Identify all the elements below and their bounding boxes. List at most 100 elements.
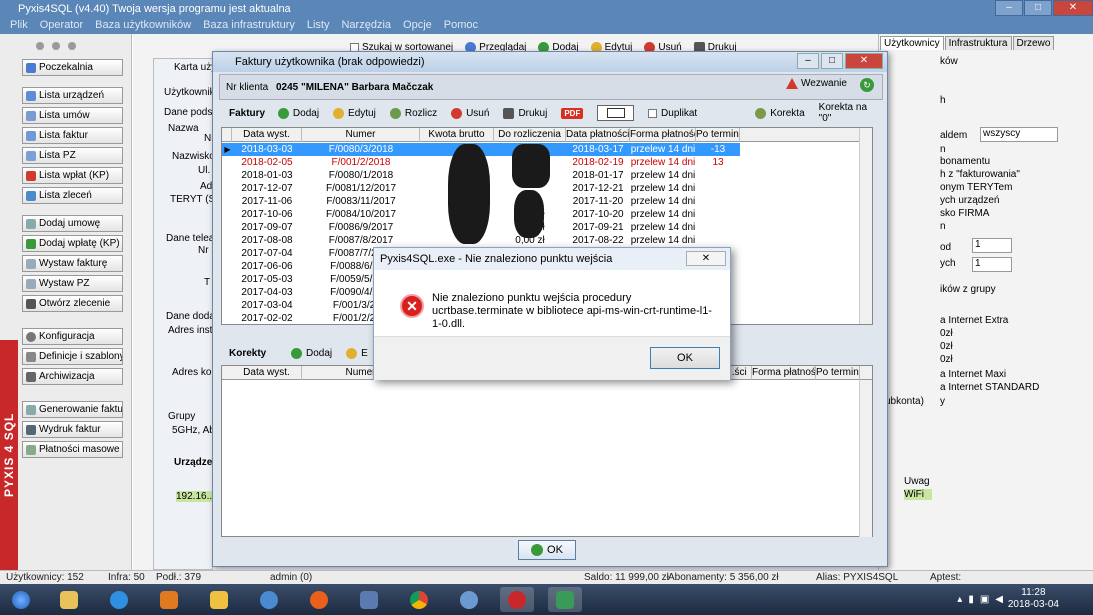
taskbar-phone[interactable] xyxy=(252,587,286,612)
nav-archiwizacja[interactable]: Archiwizacja xyxy=(22,368,123,385)
add-invoice-button[interactable]: Dodaj xyxy=(277,107,319,119)
minimize-button[interactable]: – xyxy=(995,0,1023,16)
network-tray-icon[interactable]: ▣ xyxy=(980,594,989,605)
nav-generowanie-faktur[interactable]: Generowanie faktur xyxy=(22,401,123,418)
nav-lista-faktur[interactable]: Lista faktur xyxy=(22,127,123,144)
close-button[interactable]: ✕ xyxy=(1053,0,1093,16)
nav-wystaw-pz[interactable]: Wystaw PZ xyxy=(22,275,123,292)
col-late[interactable]: Po terminie xyxy=(696,128,740,142)
invoices-close-button[interactable]: ✕ xyxy=(845,53,883,69)
envelope-icon xyxy=(606,108,625,118)
menu-operator[interactable]: Operator xyxy=(34,18,89,34)
delete-invoice-button[interactable]: Usuń xyxy=(451,107,489,119)
taskbar-mail[interactable] xyxy=(202,587,236,612)
start-button[interactable] xyxy=(4,587,38,612)
menu-bar: Plik Operator Baza użytkowników Baza inf… xyxy=(0,18,1093,34)
taskbar-firefox[interactable] xyxy=(302,587,336,612)
taskbar-chrome[interactable] xyxy=(402,587,436,612)
print-invoice-button[interactable]: Drukuj xyxy=(503,107,547,119)
menu-narzedzia[interactable]: Narzędzia xyxy=(335,18,397,34)
menu-baza-uzytkownikow[interactable]: Baza użytkowników xyxy=(89,18,197,34)
col-gross[interactable]: Kwota brutto xyxy=(420,128,494,142)
invoices-scrollbar[interactable] xyxy=(859,128,872,324)
add-correction-button[interactable]: Dodaj xyxy=(291,347,332,359)
dialog-ok-button[interactable]: OK xyxy=(650,347,720,369)
col-date[interactable]: Data wyst. xyxy=(232,128,302,142)
duplicate-checkbox[interactable]: Duplikat xyxy=(648,108,697,119)
taskbar-explorer[interactable] xyxy=(52,587,86,612)
nav-lista-pz[interactable]: Lista PZ xyxy=(22,147,123,164)
mass-payment-icon xyxy=(26,444,36,455)
col-paydate[interactable]: Data płatności xyxy=(566,128,630,142)
rp-text-25: WiFi xyxy=(904,489,932,500)
edit-invoice-button[interactable]: Edytuj xyxy=(333,107,376,119)
signal-icon[interactable]: ▮ xyxy=(968,594,974,605)
nav-definicje[interactable]: Definicje i szablony xyxy=(22,348,123,365)
email-button[interactable] xyxy=(597,105,635,121)
menu-listy[interactable]: Listy xyxy=(301,18,336,34)
tab-drzewo[interactable]: Drzewo xyxy=(1012,36,1055,50)
cell-paydate: 2018-03-17 xyxy=(572,144,624,155)
invoices-ok-button[interactable]: OK xyxy=(518,540,576,560)
kcol-date[interactable]: Data wyst. xyxy=(232,366,302,380)
cell-date: 2017-03-04 xyxy=(241,300,293,311)
correction-button[interactable]: Korekta xyxy=(755,107,805,119)
menu-plik[interactable]: Plik xyxy=(4,18,34,34)
nav-lista-wplat[interactable]: Lista wpłat (KP) xyxy=(22,167,123,184)
nav-otworz-zlecenie[interactable]: Otwórz zlecenie xyxy=(22,295,123,312)
nav-lista-umow[interactable]: Lista umów xyxy=(22,107,123,124)
pdf-button[interactable]: PDF xyxy=(561,107,584,119)
refresh-icon[interactable]: ↻ xyxy=(860,78,874,92)
dialog-close-button[interactable]: ✕ xyxy=(686,251,726,266)
cell-date: 2017-09-07 xyxy=(241,222,293,233)
nav-dodaj-umowe[interactable]: Dodaj umowę xyxy=(22,215,123,232)
correction-zero-button[interactable]: Korekta na "0" xyxy=(819,102,869,124)
delete-icon xyxy=(451,107,463,119)
col-form[interactable]: Forma płatności xyxy=(630,128,696,142)
user-tab[interactable]: Użytkownik xyxy=(164,87,215,98)
invoices-minimize-button[interactable]: – xyxy=(797,53,819,69)
label-t: T xyxy=(204,277,211,288)
nav-lista-urzadzen[interactable]: Lista urządzeń xyxy=(22,87,123,104)
rp-spin-1[interactable]: 1 xyxy=(972,238,1012,253)
volume-icon[interactable]: ◀ xyxy=(995,594,1003,605)
wezwanie-button[interactable]: Wezwanie xyxy=(786,78,847,89)
templates-icon xyxy=(26,351,36,362)
taskbar-network[interactable] xyxy=(352,587,386,612)
rp-spin-2[interactable]: 1 xyxy=(972,257,1012,272)
kcol-form[interactable]: Forma płatności xyxy=(752,366,816,380)
cell-date: 2018-03-03 xyxy=(241,144,293,155)
taskbar-media[interactable] xyxy=(152,587,186,612)
nav-dodaj-wplate[interactable]: Dodaj wpłatę (KP) xyxy=(22,235,123,252)
rp-text-1: h xyxy=(940,95,946,106)
col-due[interactable]: Do rozliczenia xyxy=(494,128,566,142)
windows-start-icon xyxy=(12,590,30,609)
menu-baza-infrastruktury[interactable]: Baza infrastruktury xyxy=(197,18,301,34)
korekty-scrollbar[interactable] xyxy=(859,380,872,537)
status-admin: admin (0) xyxy=(270,572,313,583)
taskbar-ie[interactable] xyxy=(102,587,136,612)
tray-arrow-icon[interactable]: ▴ xyxy=(957,594,962,605)
menu-opcje[interactable]: Opcje xyxy=(397,18,438,34)
nav-wystaw-fakture[interactable]: Wystaw fakturę xyxy=(22,255,123,272)
invoices-maximize-button[interactable]: □ xyxy=(821,53,843,69)
tab-uzytkownicy[interactable]: Użytkownicy xyxy=(880,36,944,50)
col-number[interactable]: Numer xyxy=(302,128,420,142)
nav-lista-zlecen[interactable]: Lista zleceń xyxy=(22,187,123,204)
nav-konfiguracja[interactable]: Konfiguracja xyxy=(22,328,123,345)
maximize-button[interactable]: □ xyxy=(1024,0,1052,16)
taskbar-app-2[interactable] xyxy=(548,587,582,612)
taskbar-clock[interactable]: 11:28 2018-03-04 xyxy=(1008,587,1059,611)
edit-correction-button[interactable]: E xyxy=(346,347,368,359)
settle-invoice-button[interactable]: Rozlicz xyxy=(389,107,437,119)
nav-poczekalnia[interactable]: Poczekalnia xyxy=(22,59,123,76)
rp-filter-select[interactable]: wszyscy xyxy=(980,127,1058,142)
device-ip[interactable]: 192.16... xyxy=(176,491,215,502)
nav-wydruk-faktur[interactable]: Wydruk faktur xyxy=(22,421,123,438)
nav-platnosci-masowe[interactable]: Płatności masowe xyxy=(22,441,123,458)
menu-pomoc[interactable]: Pomoc xyxy=(438,18,484,34)
taskbar-app-active[interactable] xyxy=(500,587,534,612)
tab-infrastruktura[interactable]: Infrastruktura xyxy=(944,36,1012,50)
kcol-late[interactable]: Po terminie xyxy=(816,366,860,380)
taskbar-pyxis[interactable] xyxy=(452,587,486,612)
